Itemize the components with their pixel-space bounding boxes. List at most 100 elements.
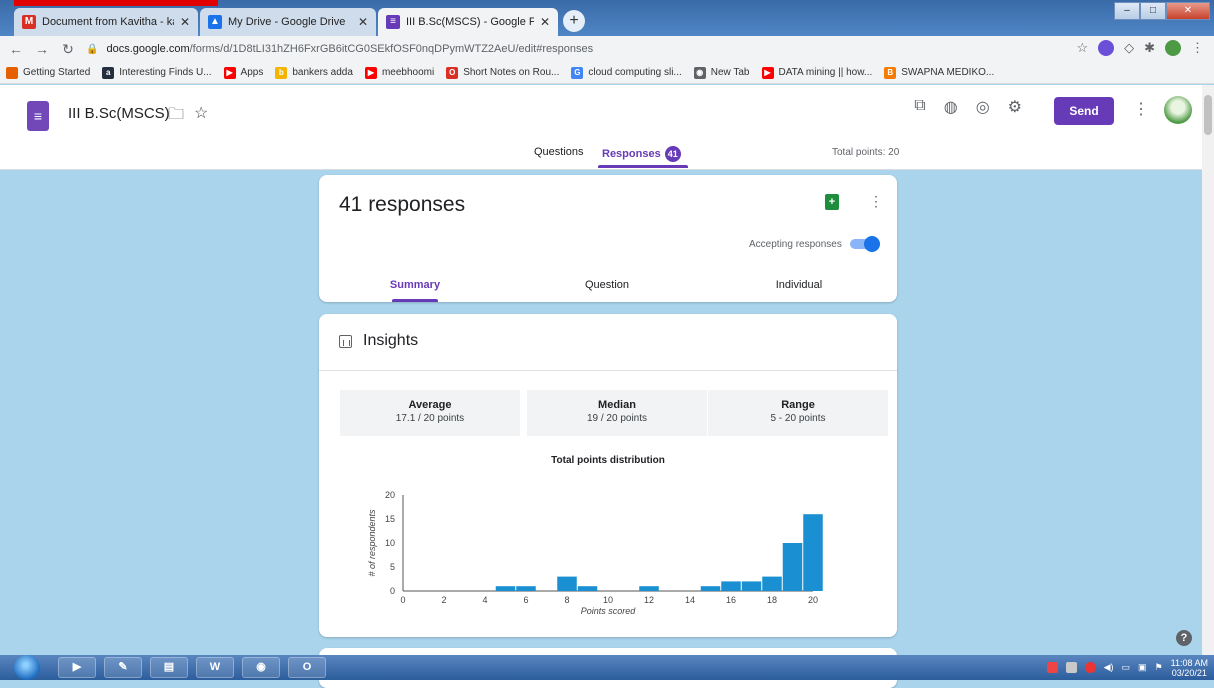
sheets-icon[interactable]: + [825,194,839,210]
tab-responses[interactable]: Responses 41 [602,146,681,162]
histogram-bar [803,514,823,591]
bookmark-label: cloud computing sli... [588,67,682,78]
bookmark-label: Getting Started [23,67,91,78]
extension-icon[interactable] [1098,40,1115,56]
tab-question[interactable]: Question [511,279,703,291]
tray-app-icon[interactable] [1046,662,1058,673]
insights-header: Insights [319,314,897,371]
x-tick-label: 16 [726,595,736,605]
bookmark-item[interactable]: ▶ Apps [223,66,263,79]
window-close-button[interactable]: ✕ [1166,2,1210,20]
responses-count-badge: 41 [664,146,681,162]
histogram-bar [721,581,741,591]
tab-questions[interactable]: Questions [534,146,584,158]
bookmark-item[interactable]: O Short Notes on Rou... [446,66,559,79]
stat-value: 5 - 20 points [770,413,826,424]
tray-opera-icon[interactable] [1084,662,1096,673]
scrollbar-thumb[interactable] [1204,95,1212,135]
star-icon[interactable]: ☆ [194,103,208,123]
browser-tab-forms[interactable]: ≡ III B.Sc(MSCS) - Google Forms ✕ [378,8,558,36]
word-taskbar-icon[interactable]: W [196,657,234,678]
start-button[interactable] [14,655,40,680]
blogger-icon: B [884,66,897,79]
settings-gear-icon[interactable]: ⚙ [1008,97,1022,117]
addons-icon[interactable]: ⧉ [914,97,925,117]
more-options-icon[interactable]: ⋮ [1133,99,1149,119]
browser-tab-drive[interactable]: ▲ My Drive - Google Drive ✕ [200,8,376,36]
paint-taskbar-icon[interactable]: ✎ [104,657,142,678]
forms-logo-icon[interactable]: ≡ [27,101,49,131]
bookmark-label: meebhoomi [381,67,435,78]
drive-icon: ▲ [208,15,222,29]
bookmark-item[interactable]: ◉ New Tab [693,66,750,79]
flag-icon[interactable]: ⚑ [1155,662,1163,673]
close-icon[interactable]: ✕ [540,15,550,29]
histogram-bar [516,586,536,591]
display-icon[interactable]: ▣ [1138,662,1147,673]
bookmark-item[interactable]: B SWAPNA MEDIKO... [884,66,995,79]
url-field[interactable]: 🔒 docs.google.com /forms/d/1D8tLI31hZH6F… [86,43,593,55]
stat-label: Median [598,399,636,411]
bookmark-star-icon[interactable]: ☆ [1076,40,1088,56]
media-player-taskbar-icon[interactable]: ▶ [58,657,96,678]
more-options-icon[interactable]: ⋮ [869,193,883,210]
histogram-bar [700,586,721,591]
tray-app-icon[interactable] [1065,662,1077,673]
network-icon[interactable]: ▭ [1122,662,1131,673]
browser-tab-gmail[interactable]: M Document from Kavitha - kavitha ✕ [14,8,198,36]
bookmark-item[interactable]: ▶ DATA mining || how... [761,66,873,79]
tab-summary[interactable]: Summary [319,279,511,291]
folder-icon[interactable]: 🗀 [168,103,184,130]
preview-eye-icon[interactable]: ◎ [976,97,990,117]
insights-card: Insights Average 17.1 / 20 points Median… [319,314,897,637]
stat-label: Average [408,399,452,411]
red-underline-annotation [14,0,218,6]
accepting-responses-toggle[interactable] [850,236,880,252]
help-icon[interactable]: ? [1176,630,1192,646]
avatar[interactable] [1164,96,1192,124]
form-title[interactable]: III B.Sc(MSCS) [68,105,170,122]
bookmark-item[interactable]: Gcloud computing sli... [571,66,682,79]
bookmark-label: SWAPNA MEDIKO... [901,67,995,78]
profile-avatar-icon[interactable] [1165,40,1181,56]
minimize-button[interactable]: – [1114,2,1140,20]
insights-title: Insights [363,332,419,349]
page-scrollbar[interactable] [1202,85,1214,655]
stat-range: Range 5 - 20 points [708,390,888,436]
forms-header: ≡ III B.Sc(MSCS) 🗀 ☆ ⧉ ◍ ◎ ⚙ Send ⋮ Ques… [0,85,1202,170]
explorer-taskbar-icon[interactable]: ▤ [150,657,188,678]
palette-icon[interactable]: ◍ [944,97,958,117]
toggle-knob [864,236,880,252]
maximize-button[interactable]: □ [1140,2,1166,20]
forward-arrow-icon[interactable]: → [32,41,52,57]
bookmark-item[interactable]: a Interesting Finds U... [102,66,212,79]
pocket-icon[interactable]: ◇ [1124,40,1134,56]
close-icon[interactable]: ✕ [358,15,368,29]
puzzle-icon[interactable]: ✱ [1144,40,1155,56]
forms-icon: ≡ [386,15,400,29]
firefox-icon [6,66,18,79]
close-icon[interactable]: ✕ [180,15,190,29]
back-arrow-icon[interactable]: ← [6,41,26,57]
bookmark-label: DATA mining || how... [778,67,873,78]
clock[interactable]: 11:08 AM 03/20/21 [1171,658,1208,678]
chrome-icon: ◉ [693,66,706,79]
bookmark-item[interactable]: Getting Started [6,66,91,79]
opera-icon: O [446,66,459,79]
y-tick-label: 10 [385,538,395,548]
opera-taskbar-icon[interactable]: O [288,657,326,678]
send-button[interactable]: Send [1054,97,1114,125]
bookmark-item[interactable]: b bankers adda [275,66,353,79]
chrome-taskbar-icon[interactable]: ◉ [242,657,280,678]
volume-icon[interactable]: ◀) [1104,662,1114,673]
stat-median: Median 19 / 20 points [527,390,707,436]
accepting-responses-label: Accepting responses [749,239,842,250]
bookmark-item[interactable]: ▶ meebhoomi [364,66,435,79]
insights-chart-icon [339,335,352,348]
clock-time: 11:08 AM [1170,657,1208,668]
x-tick-label: 4 [482,595,487,605]
new-tab-button[interactable]: + [563,10,585,32]
reload-icon[interactable]: ↻ [58,41,78,58]
menu-dots-icon[interactable]: ⋮ [1191,40,1204,56]
tab-individual[interactable]: Individual [703,279,895,291]
